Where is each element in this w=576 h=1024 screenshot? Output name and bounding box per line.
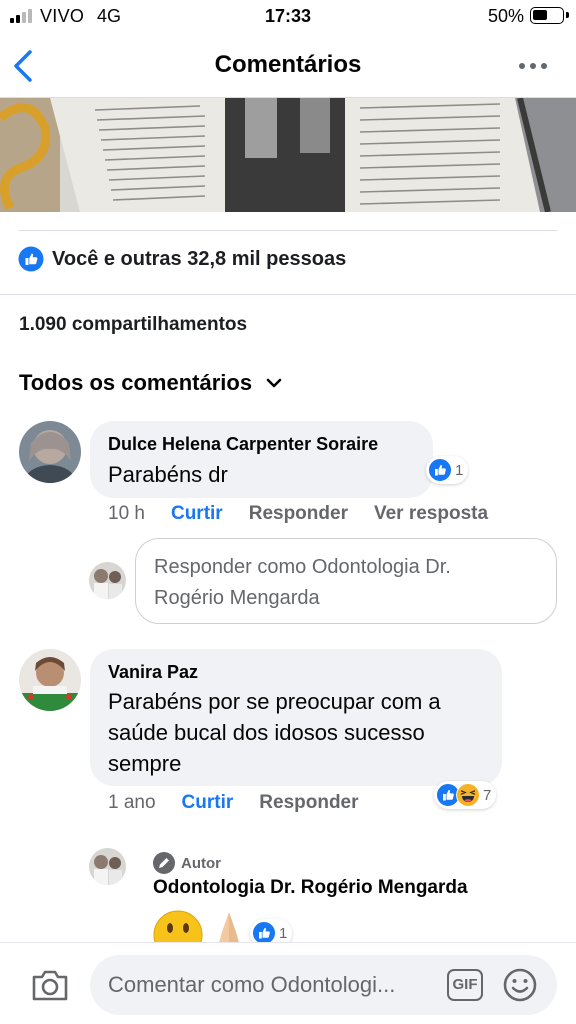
comment-author[interactable]: Odontologia Dr. Rogério Mengarda [153, 877, 468, 899]
author-badge-label: Autor [181, 854, 221, 872]
comment-input-placeholder: Comentar como Odontologi... [108, 972, 396, 997]
comment-time: 10 h [108, 503, 145, 524]
grinning-emoji-icon [153, 910, 203, 946]
comment-sort-dropdown[interactable]: Todos os comentários [19, 370, 282, 396]
reply-button[interactable]: Responder [259, 792, 358, 814]
battery-percentage: 50% [488, 6, 525, 26]
avatar[interactable] [89, 848, 126, 885]
post-image[interactable] [0, 98, 576, 212]
comment-input[interactable]: Comentar como Odontologi... GIF [90, 955, 557, 1015]
comment-composer-bar: Comentar como Odontologi... GIF [0, 942, 576, 1024]
comment-text: Parabéns dr [108, 462, 228, 487]
status-bar: VIVO 4G 17:33 50% [0, 0, 576, 34]
reaction-count-text: 1 [279, 924, 288, 942]
shares-count[interactable]: 1.090 compartilhamentos [19, 314, 247, 336]
reactions-summary[interactable]: Você e outras 32,8 mil pessoas [18, 246, 346, 272]
divider [0, 294, 576, 295]
reply-placeholder-line-2: Rogério Mengarda [154, 587, 320, 609]
avatar[interactable] [19, 649, 81, 711]
emoji-smile-icon[interactable] [502, 967, 538, 1003]
reply-button[interactable]: Responder [249, 503, 348, 525]
comment-text-line: sempre [108, 751, 182, 776]
chevron-down-icon [266, 378, 282, 388]
like-reaction-icon [18, 246, 44, 272]
camera-icon[interactable] [30, 967, 70, 1003]
reply-input[interactable]: Responder como Odontologia Dr. Rogério M… [135, 538, 557, 624]
comment-text: Parabéns por se preocupar com a saúde bu… [108, 686, 441, 779]
battery-icon [530, 7, 569, 24]
like-reaction-icon [428, 458, 452, 482]
reaction-count-text: 7 [483, 786, 492, 804]
haha-reaction-icon [456, 783, 480, 807]
divider [19, 230, 557, 231]
comment-actions: 10 h Curtir Responder Ver resposta [108, 503, 488, 525]
comment-author[interactable]: Dulce Helena Carpenter Soraire [108, 434, 378, 455]
view-reply-button[interactable]: Ver resposta [374, 503, 488, 525]
page-title: Comentários [214, 51, 362, 78]
reply-placeholder-line-1: Responder como Odontologia Dr. [154, 556, 451, 578]
avatar[interactable] [19, 421, 81, 483]
author-badge: Autor [153, 852, 221, 874]
comment-reaction-count[interactable]: 7 [434, 781, 497, 809]
comment-time: 1 ano [108, 792, 156, 813]
gif-button[interactable]: GIF [447, 969, 483, 1001]
comment-bubble[interactable]: Vanira Paz Parabéns por se preocupar com… [90, 649, 502, 786]
comment-sort-label: Todos os comentários [19, 370, 253, 395]
like-button[interactable]: Curtir [171, 503, 223, 525]
navigation-bar: Comentários [0, 34, 576, 98]
pencil-icon [153, 852, 175, 874]
comment-text-line: Parabéns por se preocupar com a [108, 689, 441, 714]
page-avatar [89, 562, 126, 599]
comment-text-line: saúde bucal dos idosos sucesso [108, 720, 425, 745]
comment-author[interactable]: Vanira Paz [108, 662, 198, 683]
praying-hands-emoji-icon [218, 912, 240, 946]
reaction-count-text: 1 [455, 461, 464, 479]
comment-bubble[interactable]: Dulce Helena Carpenter Soraire Parabéns … [90, 421, 433, 498]
reactions-summary-text: Você e outras 32,8 mil pessoas [52, 247, 347, 270]
more-options-icon[interactable] [516, 54, 550, 78]
comment-actions: 1 ano Curtir Responder [108, 792, 359, 814]
like-button[interactable]: Curtir [182, 792, 234, 814]
comment-reaction-count[interactable]: 1 [426, 456, 469, 484]
